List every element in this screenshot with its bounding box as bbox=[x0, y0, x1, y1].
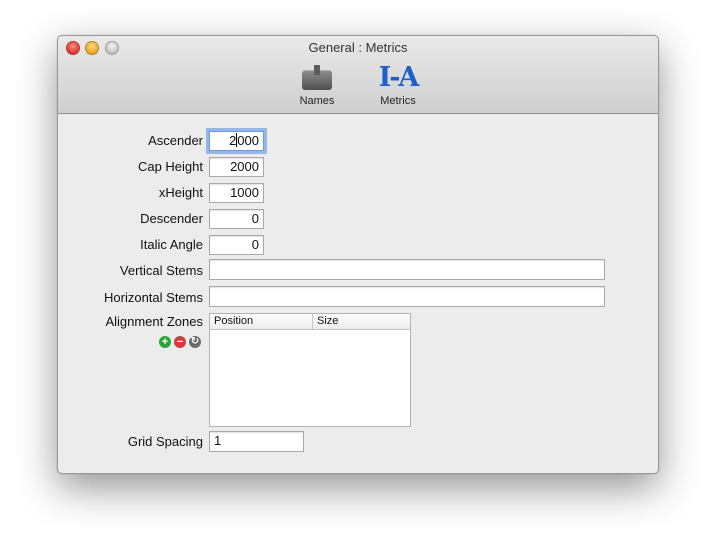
cap-height-field[interactable]: 2000 bbox=[209, 157, 264, 177]
xheight-field[interactable]: 1000 bbox=[209, 183, 264, 203]
refresh-zones-button[interactable]: ↻ bbox=[189, 336, 201, 348]
horizontal-stems-field[interactable] bbox=[209, 286, 605, 307]
metrics-icon: I-A bbox=[378, 62, 420, 93]
titlebar: General : Metrics Names I-A Metrics bbox=[58, 36, 658, 114]
vertical-stems-field[interactable] bbox=[209, 259, 605, 280]
names-tag-icon bbox=[301, 64, 333, 92]
ascender-label: Ascender bbox=[148, 133, 203, 148]
table-header: Position Size bbox=[210, 314, 410, 330]
horizontal-stems-label: Horizontal Stems bbox=[104, 290, 203, 305]
vertical-stems-label: Vertical Stems bbox=[119, 263, 203, 278]
toolbar-metrics-button[interactable]: I-A Metrics bbox=[368, 62, 428, 108]
alignment-zones-table[interactable]: Position Size bbox=[209, 313, 411, 427]
add-zone-button[interactable]: + bbox=[159, 336, 171, 348]
window-title: General : Metrics bbox=[308, 40, 408, 55]
column-header-size[interactable]: Size bbox=[313, 314, 410, 329]
toolbar-names-label: Names bbox=[299, 95, 335, 107]
xheight-label: xHeight bbox=[158, 185, 203, 200]
toolbar-names-button[interactable]: Names bbox=[287, 64, 347, 107]
ascender-field[interactable]: 2000 bbox=[209, 131, 264, 151]
descender-field[interactable]: 0 bbox=[209, 209, 264, 229]
descender-label: Descender bbox=[140, 211, 203, 226]
metrics-window: General : Metrics Names I-A Metrics Asce… bbox=[57, 35, 659, 474]
column-header-position[interactable]: Position bbox=[210, 314, 313, 329]
italic-angle-label: Italic Angle bbox=[140, 237, 203, 252]
cap-height-label: Cap Height bbox=[137, 159, 203, 174]
grid-spacing-label: Grid Spacing bbox=[127, 434, 203, 449]
toolbar-metrics-label: Metrics bbox=[380, 95, 416, 107]
alignment-zones-label: Alignment Zones bbox=[105, 314, 203, 329]
italic-angle-field[interactable]: 0 bbox=[209, 235, 264, 255]
grid-spacing-field[interactable]: 1 bbox=[209, 431, 304, 452]
remove-zone-button[interactable]: − bbox=[174, 336, 186, 348]
